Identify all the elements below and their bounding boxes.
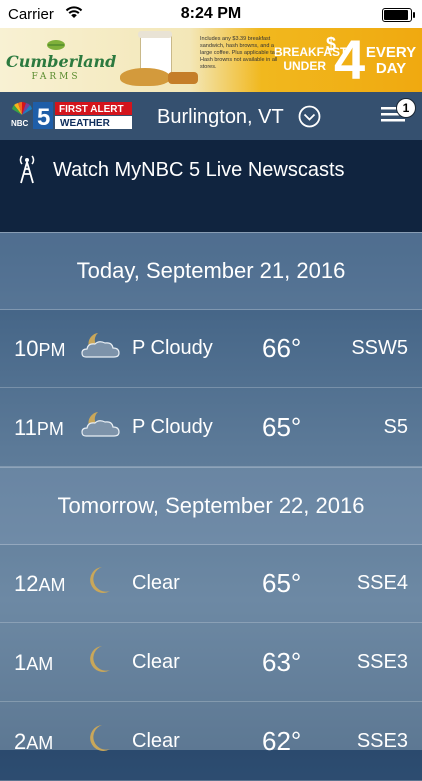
first-alert-label: FIRST ALERT	[59, 104, 124, 115]
day-header: Today, September 21, 2016	[0, 232, 422, 310]
moon-cloud-icon	[80, 329, 122, 367]
live-newscasts-banner[interactable]: Watch MyNBC 5 Live Newscasts	[0, 140, 422, 233]
station-number: 5	[37, 104, 50, 131]
forecast-condition: P Cloudy	[132, 337, 213, 359]
forecast-condition: Clear	[132, 651, 180, 673]
nbc-peacock-icon	[12, 102, 32, 115]
moon-icon	[80, 643, 122, 681]
forecast-hour: 1	[14, 650, 27, 675]
weather-label: WEATHER	[60, 118, 111, 129]
moon-icon	[80, 564, 122, 602]
forecast-ampm: PM	[38, 340, 66, 360]
forecast-row[interactable]: 12AM Clear 65° SSE4	[0, 544, 422, 623]
forecast-row[interactable]: 10PM P Cloudy 66° SSW5	[0, 309, 422, 388]
forecast-ampm: AM	[38, 575, 66, 595]
ad-banner[interactable]: Cumberland FARMS Includes any $3.39 brea…	[0, 28, 422, 92]
forecast-wind: SSE3	[356, 651, 408, 673]
live-newscasts-label: Watch MyNBC 5 Live Newscasts	[53, 159, 345, 181]
forecast-hour: 12	[14, 571, 39, 596]
ad-brand-name: Cumberland	[6, 52, 117, 71]
ad-every: EVERY	[365, 44, 417, 61]
forecast-hour: 10	[14, 336, 39, 361]
ad-every-day: EVERY DAY	[362, 45, 420, 77]
forecast-temperature: 66°	[262, 333, 302, 363]
moon-cloud-icon	[80, 408, 122, 446]
forecast-ampm: AM	[26, 733, 54, 753]
ad-brand-sub: FARMS	[31, 72, 81, 82]
notification-badge: 1	[396, 98, 416, 118]
battery-level	[384, 10, 408, 20]
ad-day: DAY	[375, 60, 407, 77]
forecast-time: 10PM	[14, 336, 65, 362]
forecast-wind: SSW5	[351, 337, 408, 359]
ad-brand: Cumberland FARMS	[6, 38, 117, 82]
forecast-ampm: PM	[36, 419, 64, 439]
forecast-time: 12AM	[14, 571, 65, 597]
broadcast-tower-icon	[19, 155, 35, 184]
moon-icon	[80, 722, 122, 760]
forecast-hour: 2	[14, 729, 27, 754]
station-logo[interactable]: NBC 5 FIRST ALERT WEATHER	[10, 99, 134, 131]
forecast-temperature: 65°	[262, 412, 302, 442]
day-header: Tomorrow, September 22, 2016	[0, 467, 422, 545]
forecast-row[interactable]: 1AM Clear 63° SSE3	[0, 623, 422, 702]
forecast-condition: Clear	[132, 572, 180, 594]
forecast-wind: S5	[383, 416, 408, 438]
ad-headline: BREAKFAST UNDER	[274, 45, 347, 73]
hash-browns-image	[168, 72, 198, 84]
forecast-condition: P Cloudy	[132, 416, 213, 438]
ad-line2: UNDER	[283, 59, 326, 73]
leaf-icon	[47, 40, 65, 50]
chevron-down-icon[interactable]	[298, 105, 321, 128]
app-header: NBC 5 FIRST ALERT WEATHER Burlington, VT…	[0, 92, 422, 141]
forecast-row[interactable]: 2AM Clear 62° SSE3	[0, 702, 422, 781]
forecast-ampm: AM	[26, 654, 54, 674]
status-bar: Carrier 8:24 PM	[0, 0, 422, 28]
forecast-hour: 11	[14, 415, 37, 440]
forecast-time: 2AM	[14, 729, 53, 755]
clock: 8:24 PM	[180, 5, 242, 22]
ad-price: 4	[334, 28, 366, 91]
forecast-temperature: 63°	[262, 647, 302, 677]
forecast-temperature: 65°	[262, 568, 302, 598]
forecast-temperature: 62°	[262, 726, 302, 756]
forecast-time: 1AM	[14, 650, 53, 676]
forecast-wind: SSE4	[356, 572, 408, 594]
battery-icon	[382, 8, 415, 22]
station-network: NBC	[11, 119, 29, 128]
forecast-row[interactable]: 11PM P Cloudy 65° S5	[0, 388, 422, 467]
ad-fine-print: Includes any $3.39 breakfast sandwich, h…	[200, 36, 280, 70]
sandwich-image	[120, 68, 170, 86]
forecast-time: 11PM	[14, 415, 64, 441]
location-selector[interactable]: Burlington, VT	[157, 106, 284, 129]
